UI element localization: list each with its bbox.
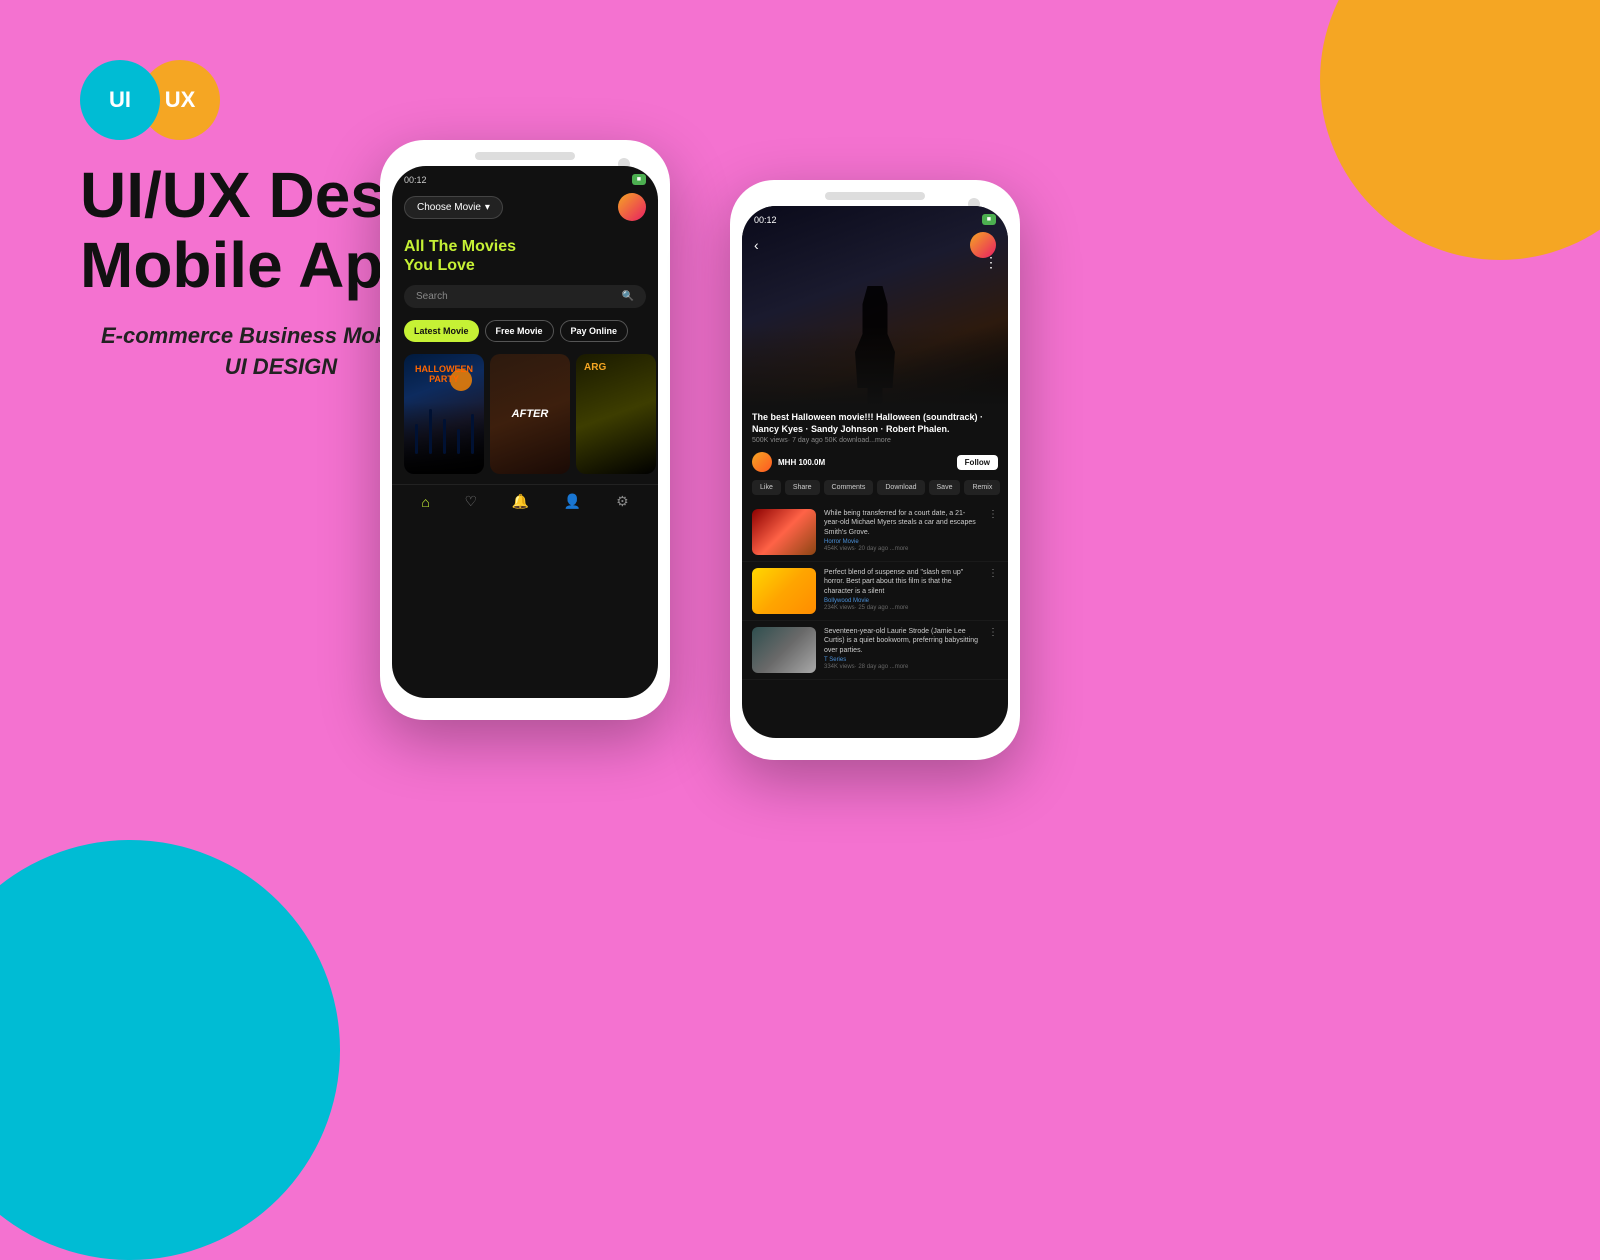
phone1-movie-list: HALLOWEENPARTY AFTER ARG <box>392 348 658 480</box>
phone2-user-avatar[interactable] <box>970 232 996 258</box>
follow-button[interactable]: Follow <box>957 455 998 470</box>
video-desc-1: While being transferred for a court date… <box>824 509 980 536</box>
phone2-movie-meta: 500K views· 7 day ago 50K download...mor… <box>742 437 1008 448</box>
nav-favorites-icon[interactable]: ♡ <box>465 493 478 510</box>
video-more-1[interactable]: ⋮ <box>988 509 998 520</box>
phones-area: 00:12 ■ Choose Movie ▾ All The Movies Yo… <box>380 140 1020 760</box>
movie-card-after[interactable]: AFTER <box>490 354 570 474</box>
nav-profile-icon[interactable]: 👤 <box>564 493 581 510</box>
phone2-top-nav: ‹ <box>742 228 1008 262</box>
video-desc-2: Perfect blend of suspense and "slash em … <box>824 568 980 595</box>
back-button[interactable]: ‹ <box>754 237 759 253</box>
filter-free-movie[interactable]: Free Movie <box>485 320 554 342</box>
tree-3 <box>443 419 446 454</box>
video-item-1[interactable]: While being transferred for a court date… <box>742 503 1008 562</box>
phone-1-screen: 00:12 ■ Choose Movie ▾ All The Movies Yo… <box>392 166 658 698</box>
action-comments[interactable]: Comments <box>824 480 874 495</box>
video-info-2: Perfect blend of suspense and "slash em … <box>824 568 980 610</box>
nav-settings-icon[interactable]: ⚙ <box>616 493 629 510</box>
video-category-3: T Series <box>824 657 980 663</box>
video-stats-3: 334K views· 28 day ago ...more <box>824 664 980 670</box>
phone2-status-bar: 00:12 ■ <box>742 206 1008 229</box>
phone1-status-bar: 00:12 ■ <box>392 166 658 189</box>
video-stats-2: 234K views· 25 day ago ...more <box>824 605 980 611</box>
phone-1: 00:12 ■ Choose Movie ▾ All The Movies Yo… <box>380 140 670 720</box>
bg-circle-orange-top-right <box>1320 0 1600 260</box>
action-save[interactable]: Save <box>929 480 961 495</box>
phone1-headline: All The Movies You Love <box>392 229 658 279</box>
phone2-video-list: While being transferred for a court date… <box>742 499 1008 684</box>
logo-area: UI UX <box>80 60 220 140</box>
choose-movie-dropdown[interactable]: Choose Movie ▾ <box>404 196 503 219</box>
video-category-1: Horror Movie <box>824 539 980 545</box>
hero-overlay <box>742 326 1008 406</box>
tree-decoration <box>409 404 479 454</box>
after-title: AFTER <box>512 408 549 420</box>
action-like[interactable]: Like <box>752 480 781 495</box>
phone2-movie-title: The best Halloween movie!!! Halloween (s… <box>742 406 1008 437</box>
tree-4 <box>457 429 460 454</box>
phone-2-screen: 00:12 ■ ‹ ⋮ The best Halloween movie!!! … <box>742 206 1008 738</box>
video-thumb-3 <box>752 627 816 673</box>
movie-card-halloween[interactable]: HALLOWEENPARTY <box>404 354 484 474</box>
channel-avatar <box>752 452 772 472</box>
filter-pay-online[interactable]: Pay Online <box>560 320 629 342</box>
channel-name: MHH 100.0M <box>778 458 825 467</box>
phone1-battery: ■ <box>632 174 646 185</box>
action-share[interactable]: Share <box>785 480 820 495</box>
filter-latest-movie[interactable]: Latest Movie <box>404 320 479 342</box>
video-more-3[interactable]: ⋮ <box>988 627 998 638</box>
video-item-2[interactable]: Perfect blend of suspense and "slash em … <box>742 562 1008 621</box>
phone2-channel-row: MHH 100.0M Follow <box>742 448 1008 476</box>
phone1-search-bar[interactable]: Search 🔍 <box>404 285 646 308</box>
channel-info: MHH 100.0M <box>752 452 825 472</box>
tree-1 <box>415 424 418 454</box>
search-icon: 🔍 <box>622 291 634 302</box>
phone2-action-row: Like Share Comments Download Save Remix <box>742 476 1008 499</box>
video-stats-1: 454K views· 20 day ago ...more <box>824 546 980 552</box>
video-thumb-2 <box>752 568 816 614</box>
tree-5 <box>471 414 474 454</box>
phone1-filter-row: Latest Movie Free Movie Pay Online <box>392 314 658 348</box>
video-desc-3: Seventeen-year-old Laurie Strode (Jamie … <box>824 627 980 654</box>
halloween-title: HALLOWEENPARTY <box>408 364 480 384</box>
phone1-header: Choose Movie ▾ <box>392 189 658 229</box>
phone2-battery: ■ <box>982 214 996 225</box>
bg-circle-blue <box>0 840 340 1260</box>
phone1-user-avatar[interactable] <box>618 193 646 221</box>
video-info-1: While being transferred for a court date… <box>824 509 980 551</box>
action-download[interactable]: Download <box>877 480 924 495</box>
phone-1-notch <box>475 152 575 160</box>
video-thumb-1 <box>752 509 816 555</box>
nav-notifications-icon[interactable]: 🔔 <box>512 493 529 510</box>
video-item-3[interactable]: Seventeen-year-old Laurie Strode (Jamie … <box>742 621 1008 680</box>
phone-2: 00:12 ■ ‹ ⋮ The best Halloween movie!!! … <box>730 180 1020 760</box>
phone-2-notch <box>825 192 925 200</box>
tree-2 <box>429 409 432 454</box>
other-movie-title: ARG <box>576 354 656 381</box>
logo-ui-circle: UI <box>80 60 160 140</box>
movie-card-other[interactable]: ARG <box>576 354 656 474</box>
nav-home-icon[interactable]: ⌂ <box>421 494 429 510</box>
action-remix[interactable]: Remix <box>964 480 1000 495</box>
video-more-2[interactable]: ⋮ <box>988 568 998 579</box>
phone1-nav-bar: ⌂ ♡ 🔔 👤 ⚙ <box>392 484 658 518</box>
search-placeholder: Search <box>416 291 448 302</box>
video-category-2: Bollywood Movie <box>824 598 980 604</box>
video-info-3: Seventeen-year-old Laurie Strode (Jamie … <box>824 627 980 669</box>
